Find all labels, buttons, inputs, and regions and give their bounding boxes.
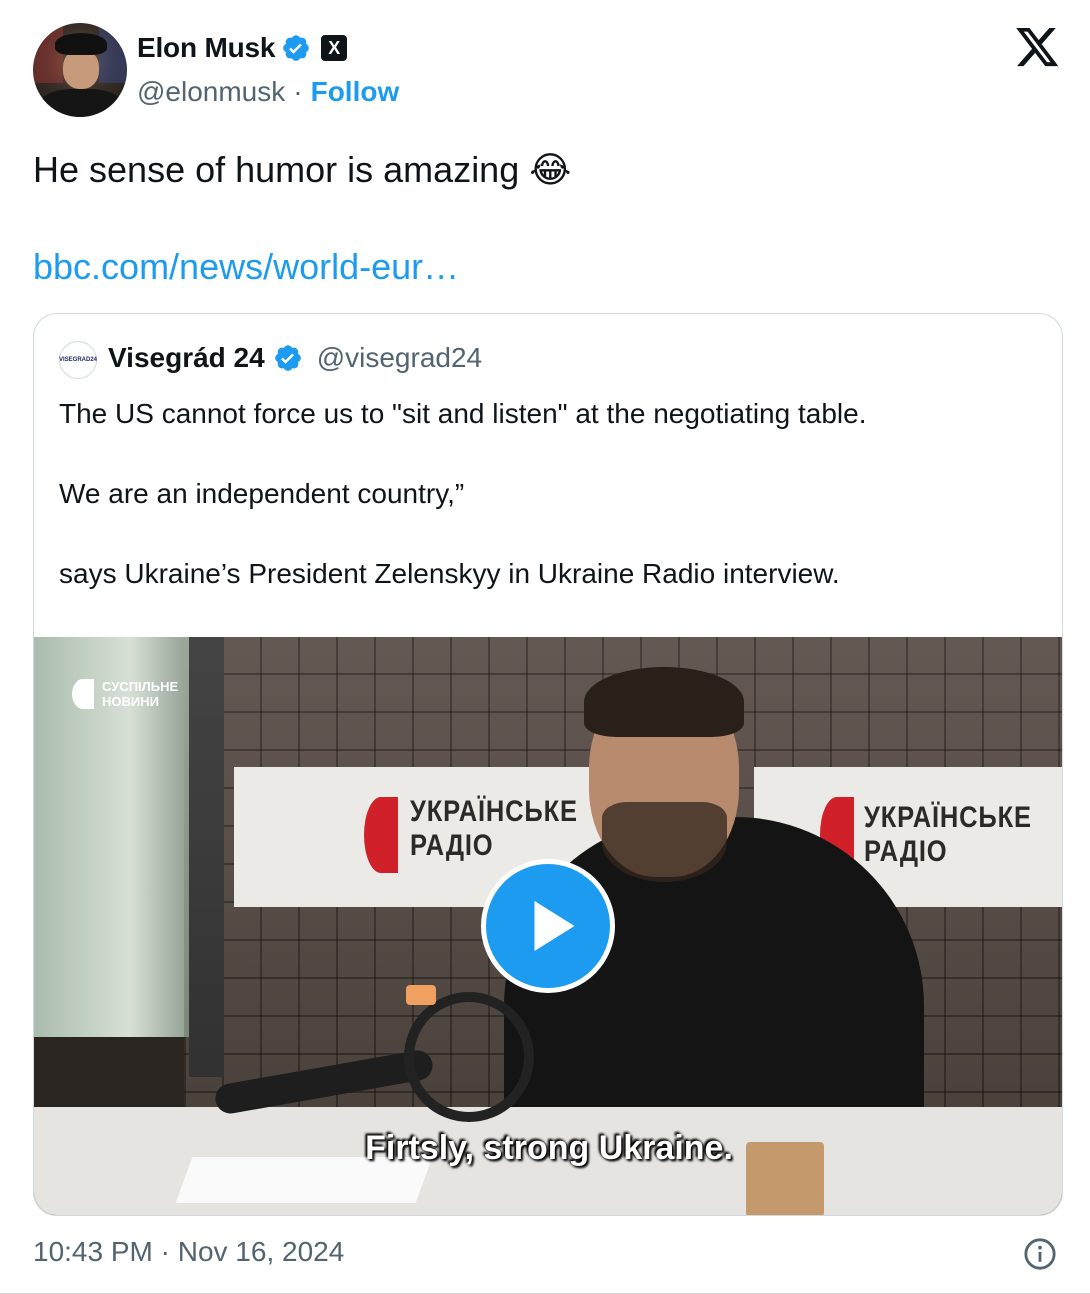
quote-paragraph: We are an independent country,”: [59, 478, 465, 509]
quote-author-handle[interactable]: @visegrad24: [317, 342, 482, 374]
watermark-line: НОВИНИ: [102, 694, 159, 709]
quote-tweet-card[interactable]: VISEGRAD24 Visegrád 24 @visegrad24 The U…: [33, 313, 1063, 1216]
author-avatar[interactable]: [33, 23, 127, 117]
sign-line: УКРАЇНСЬКЕ: [864, 801, 1032, 834]
quote-paragraph: says Ukraine’s President Zelenskyy in Uk…: [59, 558, 840, 589]
tweet-text-body: He sense of humor is amazing: [33, 149, 520, 190]
quote-author-row: Visegrád 24 @visegrad24: [108, 342, 482, 374]
author-display-name[interactable]: Elon Musk: [137, 32, 275, 64]
quote-paragraph: The US cannot force us to "sit and liste…: [59, 398, 867, 429]
sign-line: РАДІО: [864, 835, 948, 868]
tears-of-joy-emoji: 😂: [529, 149, 572, 190]
quote-author-avatar[interactable]: VISEGRAD24: [59, 341, 97, 379]
channel-logo-icon: [72, 679, 94, 709]
watermark-line: СУСПІЛЬНЕ: [102, 679, 179, 694]
video-player[interactable]: УКРАЇНСЬКЕ РАДІО УКРАЇНСЬКЕ РАДІО СУСПІЛ…: [34, 637, 1062, 1215]
x-logo-icon[interactable]: [1016, 28, 1060, 68]
play-icon: [534, 901, 575, 951]
tweet-card: Elon Musk X @elonmusk · Follow He sense …: [0, 0, 1090, 1294]
sign-line: УКРАЇНСЬКЕ: [410, 795, 578, 828]
video-subtitle: Firtsly, strong Ukraine.: [365, 1129, 733, 1167]
affiliate-badge: X: [321, 35, 348, 61]
separator-dot: ·: [293, 76, 303, 107]
radio-logo-mark: [364, 797, 398, 873]
info-icon[interactable]: [1023, 1237, 1057, 1271]
verified-badge-icon: [274, 345, 301, 371]
follow-button[interactable]: Follow: [311, 76, 400, 108]
play-button[interactable]: [481, 859, 615, 993]
microphone: [404, 992, 534, 1122]
author-name-row: Elon Musk X: [137, 32, 348, 64]
author-handle[interactable]: @elonmusk: [137, 76, 285, 108]
tweet-link[interactable]: bbc.com/news/world-eur…: [33, 246, 459, 288]
author-handle-row: @elonmusk · Follow: [137, 76, 399, 108]
verified-badge-icon: [283, 35, 310, 61]
quote-author-name[interactable]: Visegrád 24: [108, 342, 265, 374]
tweet-timestamp[interactable]: 10:43 PM · Nov 16, 2024: [33, 1236, 344, 1268]
sign-line: РАДІО: [410, 829, 494, 862]
quote-text: The US cannot force us to "sit and liste…: [59, 394, 1039, 634]
tweet-text: He sense of humor is amazing 😂: [33, 148, 571, 192]
channel-watermark: СУСПІЛЬНЕ НОВИНИ: [72, 679, 178, 709]
